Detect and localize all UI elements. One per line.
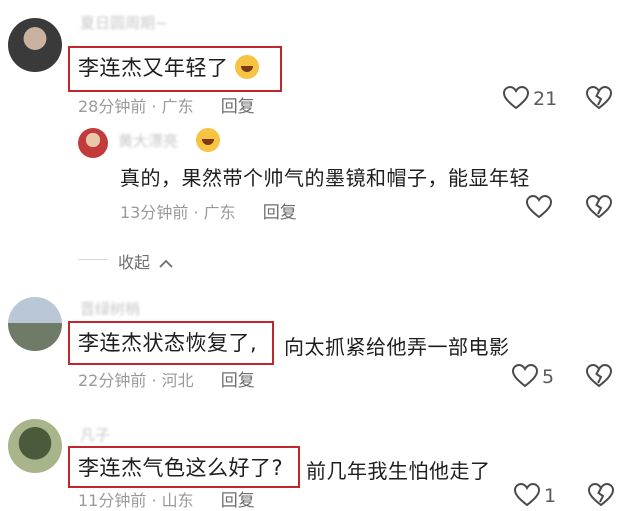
- comment-text: 向太抓紧给他弄一部电影: [284, 335, 510, 359]
- collapse-replies-button[interactable]: 收起: [118, 249, 173, 273]
- like-heart-icon[interactable]: [526, 195, 552, 219]
- comment-meta: 11分钟前 · 山东 回复: [78, 491, 255, 511]
- like-heart-icon[interactable]: [514, 483, 540, 507]
- comment-meta: 13分钟前 · 广东 回复: [120, 203, 297, 223]
- dislike-broken-heart-icon[interactable]: [588, 483, 614, 507]
- comment-region: 广东: [161, 97, 194, 116]
- grinning-emoji-icon: [196, 128, 220, 152]
- comment-region: 河北: [161, 371, 194, 390]
- comment-time: 22分钟前: [78, 371, 147, 390]
- avatar[interactable]: [8, 297, 62, 351]
- divider: [78, 259, 108, 260]
- comment-username[interactable]: 黄大漂亮: [118, 130, 178, 151]
- avatar[interactable]: [8, 18, 62, 72]
- comment-time: 13分钟前: [120, 203, 189, 222]
- comment-text: 李连杰又年轻了: [78, 56, 229, 80]
- like-heart-icon[interactable]: [512, 364, 538, 388]
- like-count: 5: [542, 366, 555, 388]
- comment-region: 广东: [203, 203, 236, 222]
- dislike-broken-heart-icon[interactable]: [586, 86, 612, 110]
- like-count: 1: [544, 485, 557, 507]
- laughing-emoji-icon: [234, 55, 259, 79]
- avatar[interactable]: [8, 419, 62, 473]
- reply-button[interactable]: 回复: [263, 203, 297, 223]
- avatar[interactable]: [78, 128, 108, 158]
- comment-username[interactable]: 凡子: [80, 424, 110, 445]
- comment-meta: 28分钟前 · 广东 回复: [78, 97, 255, 117]
- comment-text: 真的，果然带个帅气的墨镜和帽子，能显年轻: [120, 166, 530, 190]
- dislike-broken-heart-icon[interactable]: [586, 195, 612, 219]
- comment-text: 前几年我生怕他走了: [306, 459, 491, 483]
- reply-button[interactable]: 回复: [221, 371, 255, 391]
- comment-meta: 22分钟前 · 河北 回复: [78, 371, 255, 391]
- highlighted-comment-text: 李连杰气色这么好了?: [68, 446, 300, 488]
- dislike-broken-heart-icon[interactable]: [586, 364, 612, 388]
- comment-username[interactable]: 夏日圆周期~: [80, 12, 168, 33]
- highlighted-comment-text: 李连杰状态恢复了,: [68, 321, 274, 365]
- highlighted-comment-text: 李连杰又年轻了: [68, 46, 282, 92]
- reply-button[interactable]: 回复: [221, 491, 255, 511]
- chevron-up-icon: [159, 259, 173, 268]
- comment-username[interactable]: 晋绿树梢: [80, 298, 140, 319]
- like-count: 21: [533, 88, 558, 110]
- comment-time: 28分钟前: [78, 97, 147, 116]
- like-heart-icon[interactable]: [503, 86, 529, 110]
- reply-button[interactable]: 回复: [221, 97, 255, 117]
